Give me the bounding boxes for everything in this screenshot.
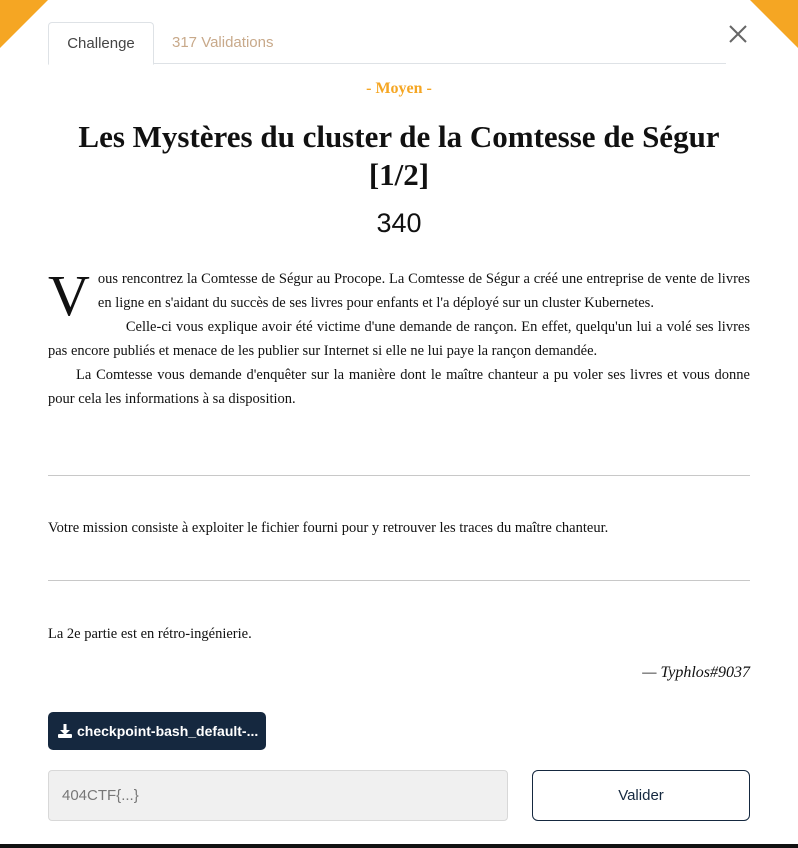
mission-text: Votre mission consiste à exploiter le fi…	[48, 520, 609, 536]
corner-decoration-right	[750, 0, 798, 48]
download-file-button[interactable]: checkpoint-bash_default-...	[48, 712, 266, 750]
divider	[48, 475, 750, 476]
validate-button[interactable]: Valider	[532, 770, 750, 821]
challenge-points: 340	[376, 208, 422, 238]
tab-validations[interactable]: 317 Validations	[172, 22, 273, 64]
download-file-label: checkpoint-bash_default-...	[77, 723, 259, 739]
close-icon	[729, 25, 747, 43]
flag-input[interactable]	[48, 770, 508, 821]
tab-bar: Challenge 317 Validations	[48, 22, 726, 65]
drop-cap: V	[48, 263, 90, 328]
challenge-description: Vous rencontrez la Comtesse de Ségur au …	[48, 267, 750, 411]
divider	[48, 580, 750, 581]
challenge-title: Les Mystères du cluster de la Comtesse d…	[78, 119, 720, 192]
close-button[interactable]	[726, 22, 750, 46]
download-icon	[57, 723, 73, 739]
challenge-modal: Challenge 317 Validations - Moyen - Les …	[0, 0, 798, 848]
description-paragraph: Vous rencontrez la Comtesse de Ségur au …	[48, 263, 750, 328]
bottom-border	[0, 844, 798, 848]
corner-decoration-left	[0, 0, 48, 48]
author-signature: — Typhlos#9037	[642, 664, 750, 681]
difficulty-label: - Moyen -	[366, 80, 432, 97]
note-text: La 2e partie est en rétro-ingénierie.	[48, 626, 252, 642]
description-paragraph: La Comtesse vous demande d'enquêter sur …	[48, 367, 750, 407]
tab-challenge[interactable]: Challenge	[48, 22, 154, 65]
description-paragraph: Celle-ci vous explique avoir été victime…	[48, 319, 750, 359]
